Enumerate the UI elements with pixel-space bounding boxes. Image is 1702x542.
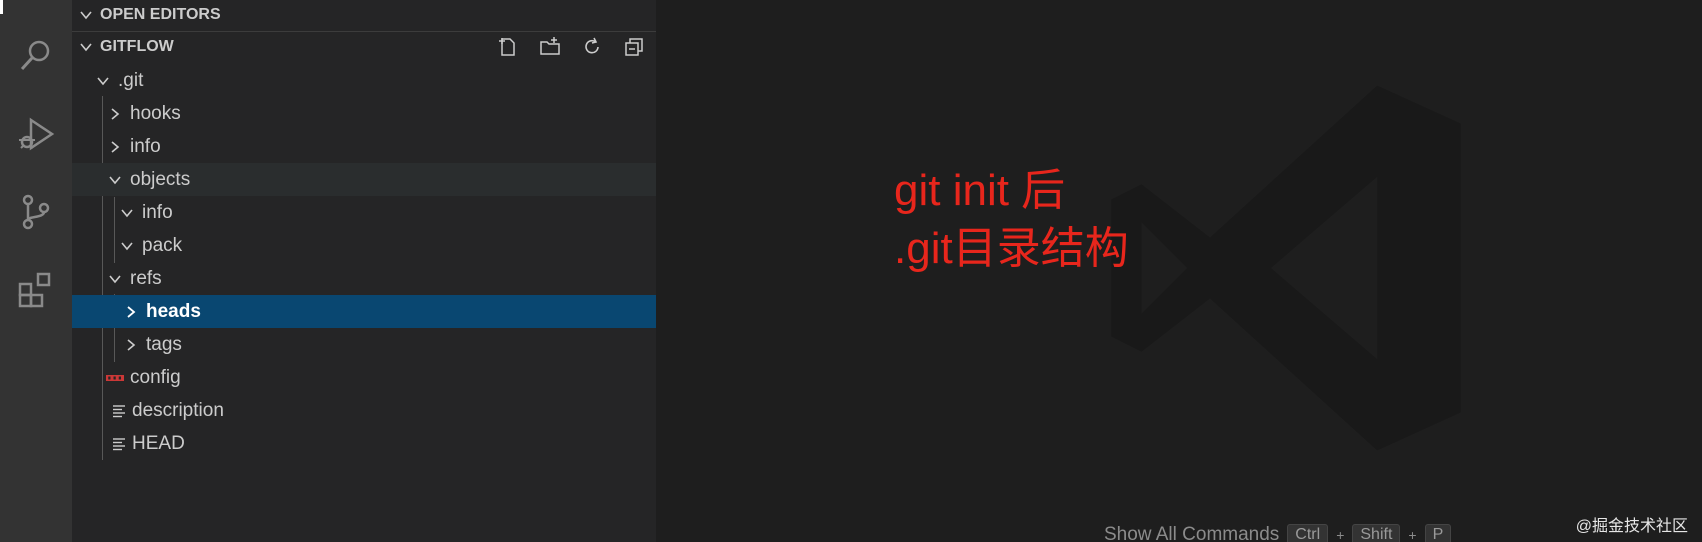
chevron-right-icon: [111, 107, 120, 120]
chevron-down-icon: [97, 76, 109, 85]
tree-folder-objects-info[interactable]: info: [72, 196, 704, 229]
editor-area: git init 后 .git目录结构 Show All Commands Ct…: [656, 0, 1702, 542]
tree-folder-hooks[interactable]: hooks: [72, 97, 692, 130]
tree-folder-pack[interactable]: pack: [72, 229, 704, 262]
key-separator: +: [1336, 527, 1345, 542]
npm-icon: [106, 374, 124, 381]
chevron-down-icon: [80, 43, 92, 52]
chevron-down-icon: [109, 274, 121, 283]
search-icon[interactable]: [16, 36, 56, 76]
source-control-icon[interactable]: [16, 192, 56, 232]
explorer-actions: [494, 34, 648, 60]
tree-folder-info[interactable]: info: [72, 130, 692, 163]
key-p: P: [1424, 524, 1452, 542]
refresh-icon[interactable]: [578, 34, 606, 60]
tree-folder-tags[interactable]: tags: [72, 328, 708, 361]
explorer-sidebar: OPEN EDITORS GITFLOW .git hooks info obj…: [72, 0, 708, 542]
key-separator: +: [1408, 527, 1417, 542]
tree-item-label: config: [130, 366, 181, 388]
chevron-right-icon: [127, 305, 136, 318]
key-ctrl: Ctrl: [1287, 524, 1329, 542]
tree-item-label: description: [132, 399, 224, 421]
vscode-logo-watermark: [1111, 85, 1461, 451]
tree-item-label: heads: [146, 300, 201, 322]
tree-file-head[interactable]: HEAD: [72, 427, 696, 460]
new-file-icon[interactable]: [494, 34, 522, 60]
tree-item-label: pack: [142, 234, 183, 256]
annotation-line-2: .git目录结构: [894, 224, 1129, 273]
open-editors-label: OPEN EDITORS: [100, 6, 221, 23]
collapse-all-icon[interactable]: [620, 34, 648, 60]
chevron-down-icon: [121, 241, 133, 250]
tree-item-label: objects: [130, 168, 191, 190]
tree-item-label: info: [130, 135, 161, 157]
chevron-right-icon: [127, 338, 136, 351]
activity-bar: [0, 0, 72, 542]
workspace-label: GITFLOW: [100, 38, 174, 55]
tree-folder-heads[interactable]: heads: [72, 295, 708, 328]
chevron-down-icon: [109, 175, 121, 184]
tree-item-label: refs: [130, 267, 162, 289]
tree-folder-objects[interactable]: objects: [72, 163, 692, 196]
extensions-icon[interactable]: [16, 270, 56, 310]
tree-folder-git[interactable]: .git: [72, 64, 680, 97]
annotation-text: git init 后 .git目录结构: [894, 162, 1129, 278]
run-debug-icon[interactable]: [16, 114, 56, 154]
shortcut-hint: Show All Commands Ctrl + Shift + P: [1104, 524, 1452, 542]
tree-item-label: .git: [118, 69, 144, 91]
lines-icon: [113, 437, 125, 450]
window-corner-mark: [0, 0, 3, 14]
credit-watermark: @掘金技术社区: [1575, 518, 1688, 535]
tree-item-label: info: [142, 201, 173, 223]
tree-file-description[interactable]: description: [72, 394, 696, 427]
annotation-line-1: git init 后: [894, 166, 1066, 215]
chevron-down-icon: [121, 208, 133, 217]
tree-item-label: tags: [146, 333, 182, 355]
key-shift: Shift: [1352, 524, 1401, 542]
tree-folder-refs[interactable]: refs: [72, 262, 692, 295]
open-editors-header[interactable]: OPEN EDITORS: [72, 0, 656, 30]
tree-item-label: hooks: [130, 102, 181, 124]
chevron-right-icon: [111, 140, 120, 153]
workspace-header[interactable]: GITFLOW: [72, 32, 656, 62]
tree-file-config[interactable]: config: [72, 361, 690, 394]
lines-icon: [113, 404, 125, 417]
new-folder-icon[interactable]: [536, 34, 564, 60]
chevron-down-icon: [80, 11, 92, 20]
tree-item-label: HEAD: [132, 432, 185, 454]
shortcut-label: Show All Commands: [1104, 524, 1280, 542]
